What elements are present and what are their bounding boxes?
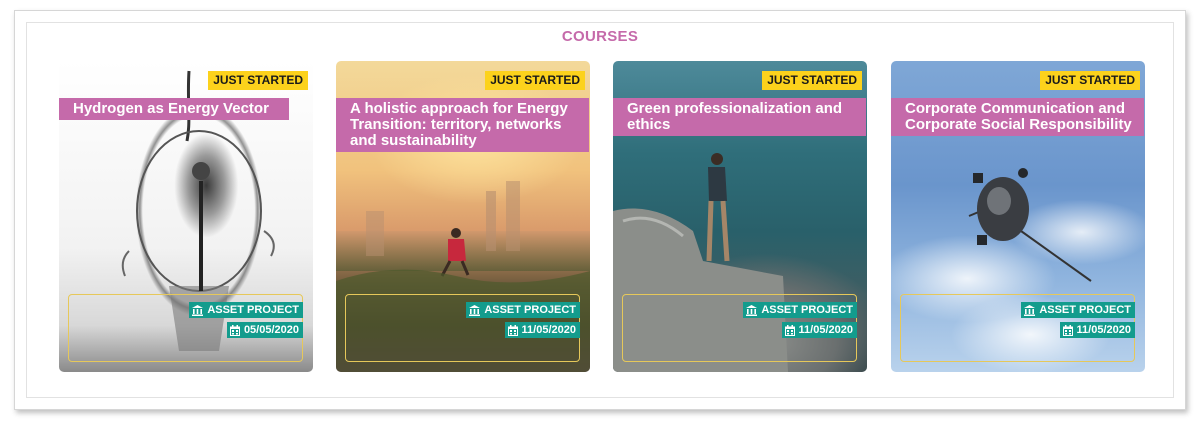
bank-icon [1024, 304, 1036, 316]
project-label: ASSET PROJECT [761, 304, 853, 316]
project-label: ASSET PROJECT [1039, 304, 1131, 316]
course-card-green-professionalization[interactable]: JUST STARTED Green professionalization a… [613, 61, 867, 372]
course-card-corporate-communication[interactable]: JUST STARTED Corporate Communication and… [891, 61, 1145, 372]
status-badge: JUST STARTED [1040, 71, 1140, 90]
project-tag: ASSET PROJECT [1021, 302, 1135, 318]
project-tag: ASSET PROJECT [466, 302, 580, 318]
date-tag: 11/05/2020 [781, 322, 857, 338]
calendar-icon [229, 324, 240, 336]
date-tag: 11/05/2020 [504, 322, 580, 338]
project-tag: ASSET PROJECT [743, 302, 857, 318]
course-title[interactable]: Hydrogen as Energy Vector [59, 98, 289, 120]
bank-icon [746, 304, 758, 316]
date-label: 11/05/2020 [521, 324, 576, 336]
project-label: ASSET PROJECT [484, 304, 576, 316]
date-label: 05/05/2020 [243, 324, 299, 336]
date-tag: 11/05/2020 [1059, 322, 1135, 338]
course-card-hydrogen[interactable]: JUST STARTED Hydrogen as Energy Vector A… [59, 61, 313, 372]
project-tag: ASSET PROJECT [189, 302, 303, 318]
section-title: COURSES [561, 28, 639, 45]
status-badge: JUST STARTED [208, 71, 308, 90]
calendar-icon [784, 324, 795, 336]
project-label: ASSET PROJECT [207, 304, 299, 316]
bank-icon [192, 304, 204, 316]
calendar-icon [507, 324, 518, 336]
status-badge: JUST STARTED [485, 71, 585, 90]
course-title[interactable]: Corporate Communication and Corporate So… [891, 98, 1144, 136]
status-badge: JUST STARTED [762, 71, 862, 90]
calendar-icon [1062, 324, 1073, 336]
bank-icon [469, 304, 481, 316]
course-card-energy-transition[interactable]: JUST STARTED A holistic approach for Ene… [336, 61, 590, 372]
date-label: 11/05/2020 [1076, 324, 1131, 336]
date-label: 11/05/2020 [798, 324, 853, 336]
course-title[interactable]: A holistic approach for Energy Transitio… [336, 98, 589, 152]
course-title[interactable]: Green professionalization and ethics [613, 98, 866, 136]
date-tag: 05/05/2020 [226, 322, 303, 338]
